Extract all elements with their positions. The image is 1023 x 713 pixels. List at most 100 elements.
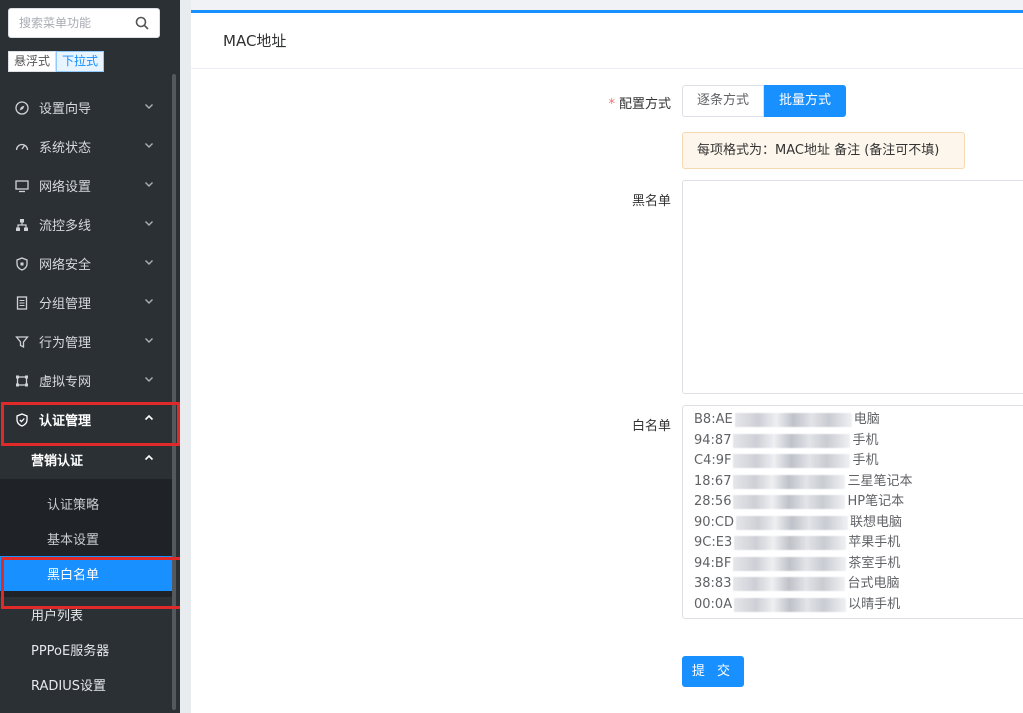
whitelist-textarea[interactable]: B8:AE 电脑 94:87 手机 C4:9F 手机 18:67 三星笔记本 28:56… bbox=[682, 405, 1023, 619]
chevron-up-icon bbox=[144, 414, 154, 421]
single-mode-button[interactable]: 逐条方式 bbox=[682, 85, 765, 117]
sidebar-item-label: 虚拟专网 bbox=[39, 375, 92, 390]
vpn-frame-icon bbox=[14, 373, 30, 389]
whitelist-line: B8:AE 电脑 bbox=[694, 410, 1023, 431]
whitelist-line: 00:0A 以晴手机 bbox=[694, 595, 1023, 616]
chevron-down-icon bbox=[145, 221, 153, 226]
whitelist-line: 94:87 手机 bbox=[694, 431, 1023, 452]
submenu-spacer bbox=[0, 479, 176, 486]
whitelist-note: 台式电脑 bbox=[847, 576, 900, 591]
menu-mode-toggle: 悬浮式 下拉式 bbox=[8, 51, 105, 72]
whitelist-note: 三星笔记本 bbox=[847, 473, 913, 489]
sidebar-item-label: 认证管理 bbox=[39, 414, 92, 429]
sidebar-item-pppoe-server[interactable]: PPPoE服务器 bbox=[0, 632, 176, 667]
sidebar-item-network-security[interactable]: 网络安全 bbox=[0, 244, 176, 283]
whitelist-mac: B8:AE bbox=[694, 412, 733, 427]
sidebar-item-label: 行为管理 bbox=[39, 336, 92, 351]
whitelist-note: 茶室手机 bbox=[848, 555, 901, 571]
redacted-blur bbox=[736, 515, 849, 530]
whitelist-line: 38:83 台式电脑 bbox=[694, 574, 1023, 595]
redacted-blur bbox=[734, 413, 852, 428]
redacted-blur bbox=[734, 597, 847, 612]
required-asterisk: * bbox=[608, 97, 615, 112]
chevron-down-icon bbox=[145, 338, 153, 343]
card-title: MAC地址 bbox=[191, 13, 1023, 69]
redacted-blur bbox=[733, 577, 846, 592]
sidebar-item-system-status[interactable]: 系统状态 bbox=[0, 127, 176, 166]
whitelist-line: 18:67 三星笔记本 bbox=[694, 472, 1023, 493]
whitelist-line: 94:BF 茶室手机 bbox=[694, 554, 1023, 575]
sidebar-item-setup-wizard[interactable]: 设置向导 bbox=[0, 88, 176, 127]
chevron-down-icon bbox=[145, 143, 153, 148]
auth-submenu: 营销认证 认证策略 基本设置 黑白名单 bbox=[0, 439, 176, 597]
whitelist-mac: 94:87 bbox=[694, 432, 732, 448]
sidebar-item-basic-settings[interactable]: 基本设置 bbox=[0, 521, 176, 556]
shield-check-icon bbox=[14, 412, 30, 428]
whitelist-note: 以晴手机 bbox=[848, 596, 901, 612]
sidebar-item-radius-settings[interactable]: RADIUS设置 bbox=[0, 667, 176, 702]
whitelist-line: 90:CD 联想电脑 bbox=[694, 513, 1023, 534]
sidebar-item-auth-policy[interactable]: 认证策略 bbox=[0, 486, 176, 521]
chevron-down-icon bbox=[145, 104, 153, 109]
whitelist-note: 苹果手机 bbox=[848, 535, 901, 550]
config-mode-label: * 配置方式 bbox=[551, 93, 671, 112]
blacklist-textarea[interactable] bbox=[682, 180, 1023, 394]
sidebar-group-marketing-auth[interactable]: 营销认证 bbox=[0, 439, 176, 479]
redacted-blur bbox=[733, 474, 846, 489]
whitelist-mac: 9C:E3 bbox=[694, 535, 733, 550]
whitelist-note: 手机 bbox=[852, 453, 879, 468]
redacted-blur bbox=[733, 433, 851, 448]
mac-address-card: MAC地址 * 配置方式 逐条方式 批量方式 每项格式为：MAC地址 备注 (备注… bbox=[191, 10, 1023, 713]
config-mode-switch: 逐条方式 批量方式 bbox=[682, 85, 847, 117]
sidebar-group-label: 营销认证 bbox=[31, 453, 84, 469]
sidebar-item-label: 流控多线 bbox=[39, 219, 92, 234]
sidebar-item-group-management[interactable]: 分组管理 bbox=[0, 283, 176, 322]
sidebar: 悬浮式 下拉式 设置向导 系统状态 网络设置 流控多线 网络安全 bbox=[0, 0, 180, 713]
whitelist-mac: 00:0A bbox=[694, 596, 733, 612]
menu-search-input[interactable] bbox=[9, 9, 129, 37]
submit-button[interactable]: 提 交 bbox=[682, 656, 744, 687]
redacted-blur bbox=[734, 536, 847, 551]
gauge-icon bbox=[14, 139, 30, 155]
search-icon[interactable] bbox=[135, 16, 149, 30]
sidebar-item-vpn[interactable]: 虚拟专网 bbox=[0, 361, 176, 400]
whitelist-mac: C4:9F bbox=[694, 453, 732, 468]
sidebar-item-flow-control[interactable]: 流控多线 bbox=[0, 205, 176, 244]
sidebar-item-label: 分组管理 bbox=[39, 297, 92, 312]
whitelist-mac: 28:56 bbox=[694, 494, 732, 509]
sidebar-item-label: 网络设置 bbox=[39, 180, 92, 195]
menu-search-box bbox=[8, 8, 160, 38]
chevron-down-icon bbox=[145, 299, 153, 304]
sidebar-menu: 设置向导 系统状态 网络设置 流控多线 网络安全 分组管理 行为管理 虚拟专网 … bbox=[0, 88, 176, 702]
sidebar-item-label: 设置向导 bbox=[39, 102, 92, 117]
sidebar-scrollbar[interactable] bbox=[172, 74, 176, 710]
sidebar-item-network-settings[interactable]: 网络设置 bbox=[0, 166, 176, 205]
whitelist-line: C4:9F 手机 bbox=[694, 451, 1023, 472]
whitelist-mac: 94:BF bbox=[694, 555, 732, 571]
redacted-blur bbox=[733, 454, 851, 469]
format-tip: 每项格式为：MAC地址 备注 (备注可不填) bbox=[682, 132, 965, 169]
blacklist-label: 黑名单 bbox=[631, 194, 671, 209]
chevron-up-icon bbox=[144, 454, 154, 461]
whitelist-line: 9C:E3 苹果手机 bbox=[694, 533, 1023, 554]
float-mode-option[interactable]: 悬浮式 bbox=[8, 51, 57, 72]
dropdown-mode-option[interactable]: 下拉式 bbox=[56, 51, 105, 72]
sidebar-item-user-list[interactable]: 用户列表 bbox=[0, 597, 176, 632]
whitelist-mac: 18:67 bbox=[694, 473, 732, 489]
whitelist-mac: 38:83 bbox=[694, 576, 732, 591]
sidebar-item-label: 系统状态 bbox=[39, 141, 92, 156]
shield-icon bbox=[14, 256, 30, 272]
sidebar-item-label: 网络安全 bbox=[39, 258, 92, 273]
whitelist-note: 电脑 bbox=[853, 412, 880, 427]
sidebar-item-behavior-management[interactable]: 行为管理 bbox=[0, 322, 176, 361]
sidebar-item-blackwhite-list[interactable]: 黑白名单 bbox=[0, 556, 176, 591]
whitelist-line: 28:56 HP笔记本 bbox=[694, 492, 1023, 513]
whitelist-note: 联想电脑 bbox=[850, 514, 903, 530]
chevron-down-icon bbox=[145, 260, 153, 265]
content-gutter bbox=[180, 0, 191, 713]
whitelist-note: 手机 bbox=[852, 432, 879, 448]
redacted-blur bbox=[733, 495, 846, 510]
compass-icon bbox=[14, 100, 30, 116]
sidebar-item-auth-management[interactable]: 认证管理 bbox=[0, 400, 176, 439]
batch-mode-button[interactable]: 批量方式 bbox=[764, 85, 847, 117]
